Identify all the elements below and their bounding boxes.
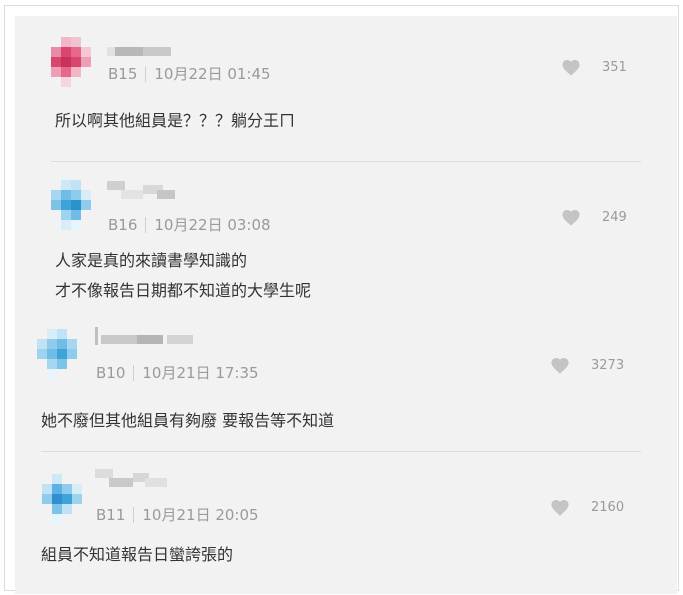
meta-separator <box>133 364 135 381</box>
comment-body: 所以啊其他組員是？？？躺分王ㄇ <box>55 106 295 136</box>
like-button[interactable]: 2160 <box>550 498 624 516</box>
username-blurred[interactable] <box>107 42 171 60</box>
like-count: 351 <box>602 59 627 75</box>
username-blurred[interactable] <box>107 181 175 199</box>
like-button[interactable]: 351 <box>561 58 627 76</box>
like-count: 249 <box>602 209 627 225</box>
floor-number[interactable]: B11 <box>96 506 125 524</box>
like-button[interactable]: 249 <box>561 208 627 226</box>
avatar[interactable] <box>51 37 101 87</box>
floor-number[interactable]: B16 <box>108 216 137 234</box>
comment-meta: B15 10月22日 01:45 <box>108 63 271 84</box>
comment-item: B11 10月21日 20:05 2160 組員不知道報告日蠻誇張的 <box>15 452 677 594</box>
comment-time: 10月21日 17:35 <box>142 364 259 382</box>
comment-line: 人家是真的來讀書學知識的 <box>55 251 248 270</box>
comment-line: 所以啊其他組員是？？？躺分王ㄇ <box>55 111 296 130</box>
comment-time: 10月22日 03:08 <box>154 216 271 234</box>
like-count: 2160 <box>591 499 625 515</box>
avatar[interactable] <box>42 474 92 524</box>
comment-line: 組員不知道報告日蠻誇張的 <box>41 545 234 564</box>
like-button[interactable]: 3273 <box>550 356 624 374</box>
comment-frame: B15 10月22日 01:45 351 所以啊其他組員是？？？躺分王ㄇ B16… <box>4 5 679 594</box>
comment-body: 組員不知道報告日蠻誇張的 <box>41 540 233 570</box>
comment-panel: B15 10月22日 01:45 351 所以啊其他組員是？？？躺分王ㄇ B16… <box>15 16 677 594</box>
heart-icon[interactable] <box>561 208 581 226</box>
comment-item: B15 10月22日 01:45 351 所以啊其他組員是？？？躺分王ㄇ <box>15 16 677 162</box>
comment-body: 她不廢但其他組員有夠廢 要報告等不知道 <box>41 406 334 436</box>
heart-icon[interactable] <box>550 498 570 516</box>
comment-item: B10 10月21日 17:35 3273 她不廢但其他組員有夠廢 要報告等不知… <box>15 322 677 452</box>
heart-icon[interactable] <box>561 58 581 76</box>
comment-time: 10月22日 01:45 <box>154 65 271 83</box>
comment-meta: B16 10月22日 03:08 <box>108 214 271 235</box>
comment-meta: B10 10月21日 17:35 <box>96 362 259 383</box>
meta-separator <box>145 65 147 82</box>
avatar[interactable] <box>51 180 101 230</box>
username-blurred[interactable] <box>95 327 193 345</box>
meta-separator <box>133 506 135 523</box>
like-count: 3273 <box>591 357 625 373</box>
comment-meta: B11 10月21日 20:05 <box>96 504 259 525</box>
heart-icon[interactable] <box>550 356 570 374</box>
comment-item: B16 10月22日 03:08 249 人家是真的來讀書學知識的 才不像報告日… <box>15 162 677 322</box>
avatar[interactable] <box>37 329 87 379</box>
username-blurred[interactable] <box>95 469 167 487</box>
comment-body: 人家是真的來讀書學知識的 才不像報告日期都不知道的大學生呢 <box>55 246 311 306</box>
floor-number[interactable]: B10 <box>96 364 125 382</box>
comment-time: 10月21日 20:05 <box>142 506 259 524</box>
comment-line: 才不像報告日期都不知道的大學生呢 <box>55 281 312 300</box>
floor-number[interactable]: B15 <box>108 65 137 83</box>
meta-separator <box>145 216 147 233</box>
comment-line: 她不廢但其他組員有夠廢 要報告等不知道 <box>41 411 335 430</box>
